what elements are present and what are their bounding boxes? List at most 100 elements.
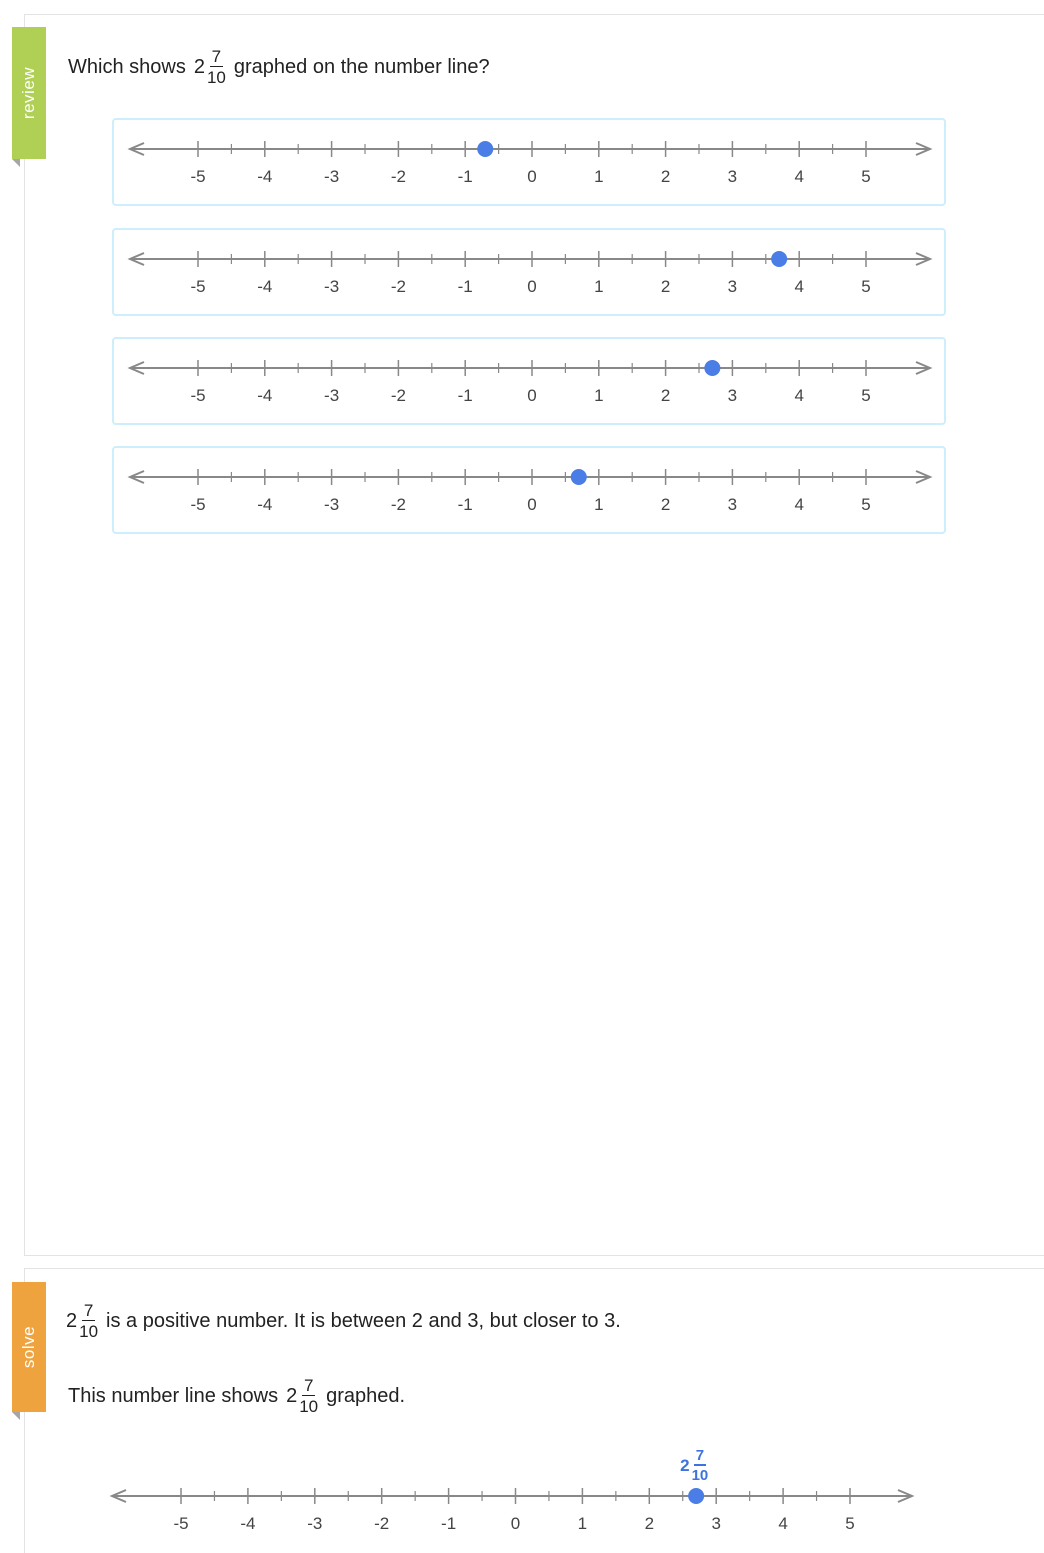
- plotted-point: [704, 360, 721, 376]
- tick-label: 4: [794, 167, 803, 186]
- tick-label: 2: [661, 277, 670, 296]
- tick-label: 2: [645, 1514, 654, 1533]
- tick-label: -4: [257, 167, 272, 186]
- tick-label: 3: [711, 1514, 720, 1533]
- tick-label: -3: [324, 277, 339, 296]
- tick-label: 2: [661, 495, 670, 514]
- tick-label: 5: [845, 1514, 854, 1533]
- tick-label: 0: [527, 386, 536, 405]
- caption-mixed-number: 2 7 10: [286, 1377, 318, 1415]
- tick-label: 4: [794, 495, 803, 514]
- mixed-fraction: 7 10: [207, 48, 226, 86]
- plotted-point: [688, 1488, 705, 1504]
- question-mixed-number: 2 7 10: [194, 48, 226, 86]
- tick-label: -3: [324, 386, 339, 405]
- tick-label: -3: [324, 495, 339, 514]
- tick-label: -4: [257, 277, 272, 296]
- fraction-denominator: 10: [206, 68, 226, 87]
- answer-choice-3[interactable]: -5 -4 -3 -2 -1 0 1 2 3 4 5: [112, 337, 946, 425]
- number-line: -5 -4 -3 -2 -1 0 1 2 3 4 5: [127, 469, 933, 514]
- tick-label: 3: [728, 495, 737, 514]
- number-line: -5 -4 -3 -2 -1 0 1 2 3 4 5: [127, 141, 933, 186]
- tick-label: 0: [527, 277, 536, 296]
- tick-label: -5: [173, 1514, 188, 1533]
- tick-label: 2: [661, 167, 670, 186]
- tick-label: 5: [861, 167, 870, 186]
- tick-label: -5: [190, 386, 205, 405]
- mixed-whole: 2: [193, 56, 205, 78]
- tick-label: 1: [578, 1514, 587, 1533]
- caption-suffix: graphed.: [326, 1385, 406, 1407]
- plotted-point: [477, 141, 494, 157]
- tick-label: -1: [441, 1514, 456, 1533]
- solve-tab: solve: [12, 1282, 46, 1420]
- review-tab-label: review: [19, 66, 38, 120]
- mixed-whole: 2: [66, 1310, 78, 1332]
- question-suffix: graphed on the number line?: [233, 56, 490, 78]
- number-line: -5 -4 -3 -2 -1 0 1 2 3 4 5: [127, 360, 933, 405]
- answer-choice-2[interactable]: -5 -4 -3 -2 -1 0 1 2 3 4 5: [112, 228, 946, 316]
- answer-choice-1[interactable]: -5 -4 -3 -2 -1 0 1 2 3 4 5: [112, 118, 946, 206]
- tick-label: 0: [511, 1514, 520, 1533]
- solution-explanation-text: is a positive number. It is between 2 an…: [106, 1310, 621, 1332]
- solve-tab-label: solve: [19, 1325, 38, 1369]
- fraction-numerator: 7: [209, 47, 224, 67]
- solution-explanation: 2 7 10 is a positive number. It is betwe…: [66, 1302, 621, 1340]
- point-label-denominator: 10: [691, 1467, 709, 1484]
- fraction-numerator: 7: [301, 1376, 316, 1396]
- tick-label: -1: [458, 386, 473, 405]
- tick-label: -2: [391, 277, 406, 296]
- tick-label: 2: [661, 386, 670, 405]
- tick-label: -5: [190, 167, 205, 186]
- tick-label: -4: [257, 495, 272, 514]
- plotted-point: [570, 469, 587, 485]
- tick-label: 3: [728, 277, 737, 296]
- mixed-fraction: 7 10: [79, 1302, 98, 1340]
- tick-label: 4: [778, 1514, 787, 1533]
- tick-label: -2: [391, 167, 406, 186]
- tick-label: 3: [728, 167, 737, 186]
- tick-label: -4: [257, 386, 272, 405]
- plotted-point: [771, 251, 788, 267]
- fraction-numerator: 7: [81, 1301, 96, 1321]
- tick-label: 4: [794, 277, 803, 296]
- tick-label: -1: [458, 277, 473, 296]
- tick-label: -3: [324, 167, 339, 186]
- fraction-denominator: 10: [299, 1397, 319, 1416]
- tick-label: -2: [391, 386, 406, 405]
- tick-label: 1: [594, 495, 603, 514]
- number-line: -5 -4 -3 -2 -1 0 1 2 3 4 5: [127, 251, 933, 296]
- mixed-whole: 2: [286, 1385, 298, 1407]
- answer-choice-4[interactable]: -5 -4 -3 -2 -1 0 1 2 3 4 5: [112, 446, 946, 534]
- question-text: Which shows 2 7 10 graphed on the number…: [68, 48, 490, 86]
- tick-label: -5: [190, 495, 205, 514]
- tick-label: -4: [240, 1514, 255, 1533]
- tick-label: 5: [861, 277, 870, 296]
- tick-label: -1: [458, 167, 473, 186]
- mixed-fraction: 7 10: [299, 1377, 318, 1415]
- solution-graph-caption: This number line shows 2 7 10 graphed.: [68, 1377, 405, 1415]
- tick-label: 5: [861, 386, 870, 405]
- tick-label: -5: [190, 277, 205, 296]
- tick-label: -2: [391, 495, 406, 514]
- caption-prefix: This number line shows: [68, 1385, 279, 1407]
- tick-label: 0: [527, 167, 536, 186]
- review-tab: review: [12, 27, 46, 167]
- tick-label: 0: [527, 495, 536, 514]
- tick-label: 3: [728, 386, 737, 405]
- point-label-numerator: 7: [693, 1447, 707, 1466]
- tick-label: 5: [861, 495, 870, 514]
- tick-label: -1: [458, 495, 473, 514]
- tick-label: 1: [594, 277, 603, 296]
- tick-label: -3: [307, 1514, 322, 1533]
- solution-mixed-number: 2 7 10: [66, 1302, 98, 1340]
- fraction-denominator: 10: [79, 1322, 99, 1341]
- solution-number-line: -5 -4 -3 -2 -1 0 1 2 3 4 5: [109, 1488, 915, 1533]
- tick-label: 1: [594, 386, 603, 405]
- point-label-whole: 2: [680, 1455, 690, 1475]
- tick-label: 4: [794, 386, 803, 405]
- tick-label: -2: [374, 1514, 389, 1533]
- point-label-fraction: 7 10: [692, 1448, 709, 1483]
- question-prefix: Which shows: [68, 56, 186, 78]
- tick-label: 1: [594, 167, 603, 186]
